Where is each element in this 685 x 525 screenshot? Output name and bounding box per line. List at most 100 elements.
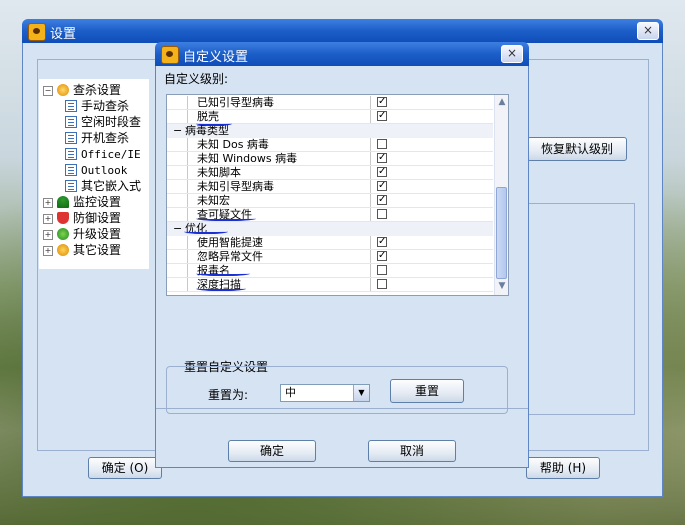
row-divider xyxy=(167,291,493,292)
document-icon xyxy=(65,164,77,176)
restore-default-button[interactable]: 恢复默认级别 xyxy=(527,137,627,161)
tiger-logo-icon xyxy=(161,46,179,64)
setting-row: 已知引导型病毒 ✓ xyxy=(167,96,493,110)
annotation-underline xyxy=(196,120,232,126)
group-header-row[interactable]: − 病毒类型 xyxy=(167,124,493,138)
custom-level-label: 自定义级别: xyxy=(164,72,229,86)
row-divider xyxy=(167,277,493,278)
group-label: 病毒类型 xyxy=(185,124,229,137)
tree-item-office-ie[interactable]: Office/IE xyxy=(65,147,141,162)
setting-label: 未知引导型病毒 xyxy=(197,180,274,193)
row-divider xyxy=(167,179,493,180)
gear-icon xyxy=(57,244,69,256)
row-divider xyxy=(167,165,493,166)
collapse-icon[interactable]: − xyxy=(173,222,182,236)
settings-close-button[interactable]: × xyxy=(637,22,659,40)
setting-label: 未知 Dos 病毒 xyxy=(197,138,269,151)
umbrella-icon xyxy=(57,196,69,208)
grid-line xyxy=(187,278,188,292)
document-icon xyxy=(65,148,77,160)
document-icon xyxy=(65,100,77,112)
grid-line xyxy=(370,208,371,222)
setting-checkbox[interactable] xyxy=(377,279,387,289)
settings-title: 设置 xyxy=(50,27,77,42)
grid-line xyxy=(187,110,188,124)
annotation-underline xyxy=(196,285,246,291)
reset-level-select[interactable]: 中 ▼ xyxy=(280,384,370,402)
tree-item-scan-settings[interactable]: − 查杀设置 xyxy=(43,83,121,98)
setting-checkbox[interactable]: ✓ xyxy=(377,97,387,107)
row-divider xyxy=(167,249,493,250)
dialog-cancel-button[interactable]: 取消 xyxy=(368,440,456,462)
document-icon xyxy=(65,116,77,128)
settings-tree: − 查杀设置 手动查杀 空闲时段查 开机查杀 Office/IE Outlook … xyxy=(39,79,149,269)
expand-icon[interactable]: + xyxy=(43,230,53,240)
annotation-underline xyxy=(184,228,228,234)
document-icon xyxy=(65,132,77,144)
setting-checkbox[interactable]: ✓ xyxy=(377,153,387,163)
grid-line xyxy=(370,152,371,166)
chevron-down-icon[interactable]: ▼ xyxy=(353,385,369,401)
row-divider xyxy=(167,221,493,222)
setting-row: 使用智能提速 ✓ xyxy=(167,236,493,250)
setting-label: 未知宏 xyxy=(197,194,230,207)
shield-icon xyxy=(57,212,69,224)
setting-checkbox[interactable]: ✓ xyxy=(377,195,387,205)
grid-line xyxy=(370,250,371,264)
setting-checkbox[interactable] xyxy=(377,209,387,219)
reset-to-label: 重置为: xyxy=(208,388,249,402)
grid-line xyxy=(187,194,188,208)
row-divider xyxy=(167,207,493,208)
grid-line xyxy=(187,180,188,194)
tree-item-idle-scan[interactable]: 空闲时段查 xyxy=(65,115,141,130)
grid-line xyxy=(187,166,188,180)
settings-ok-button[interactable]: 确定 (O) xyxy=(88,457,162,479)
setting-checkbox[interactable] xyxy=(377,265,387,275)
scroll-up-arrow-icon[interactable]: ▲ xyxy=(496,97,508,107)
grid-line xyxy=(187,250,188,264)
setting-label: 未知 Windows 病毒 xyxy=(197,152,298,165)
setting-checkbox[interactable]: ✓ xyxy=(377,111,387,121)
setting-checkbox[interactable]: ✓ xyxy=(377,167,387,177)
grid-line xyxy=(370,180,371,194)
tree-item-other[interactable]: + 其它设置 xyxy=(43,243,121,258)
magnifier-icon xyxy=(57,84,69,96)
dialog-close-button[interactable]: × xyxy=(501,45,523,63)
tree-item-manual-scan[interactable]: 手动查杀 xyxy=(65,99,130,114)
grid-line xyxy=(187,208,188,222)
tree-item-startup-scan[interactable]: 开机查杀 xyxy=(65,131,129,146)
settings-help-button[interactable]: 帮助 (H) xyxy=(526,457,600,479)
tree-item-embedded[interactable]: 其它嵌入式 xyxy=(65,179,141,194)
scroll-down-arrow-icon[interactable]: ▼ xyxy=(496,281,508,291)
grid-line xyxy=(187,264,188,278)
list-scrollbar[interactable]: ▲ ▼ xyxy=(494,95,508,295)
collapse-icon[interactable]: − xyxy=(173,124,182,138)
expand-icon[interactable]: + xyxy=(43,214,53,224)
update-icon xyxy=(57,228,69,240)
dialog-titlebar: 自定义设置 × xyxy=(155,42,529,66)
row-divider xyxy=(167,193,493,194)
tree-item-defense[interactable]: + 防御设置 xyxy=(43,211,121,226)
reset-button[interactable]: 重置 xyxy=(390,379,464,403)
scroll-thumb[interactable] xyxy=(496,187,507,279)
setting-row: 未知 Dos 病毒 xyxy=(167,138,493,152)
setting-checkbox[interactable]: ✓ xyxy=(377,237,387,247)
tree-item-monitor[interactable]: + 监控设置 xyxy=(43,195,121,210)
grid-line xyxy=(187,96,188,110)
expand-icon[interactable]: + xyxy=(43,198,53,208)
row-divider xyxy=(167,151,493,152)
setting-row: 忽略异常文件 ✓ xyxy=(167,250,493,264)
row-divider xyxy=(167,263,493,264)
grid-line xyxy=(187,152,188,166)
setting-checkbox[interactable]: ✓ xyxy=(377,251,387,261)
dialog-ok-button[interactable]: 确定 xyxy=(228,440,316,462)
expand-icon[interactable]: + xyxy=(43,246,53,256)
setting-checkbox[interactable] xyxy=(377,139,387,149)
annotation-underline xyxy=(196,270,250,276)
grid-line xyxy=(370,264,371,278)
tree-item-outlook[interactable]: Outlook xyxy=(65,163,127,178)
tree-item-update[interactable]: + 升级设置 xyxy=(43,227,121,242)
collapse-icon[interactable]: − xyxy=(43,86,53,96)
setting-checkbox[interactable]: ✓ xyxy=(377,181,387,191)
row-divider xyxy=(167,109,493,110)
